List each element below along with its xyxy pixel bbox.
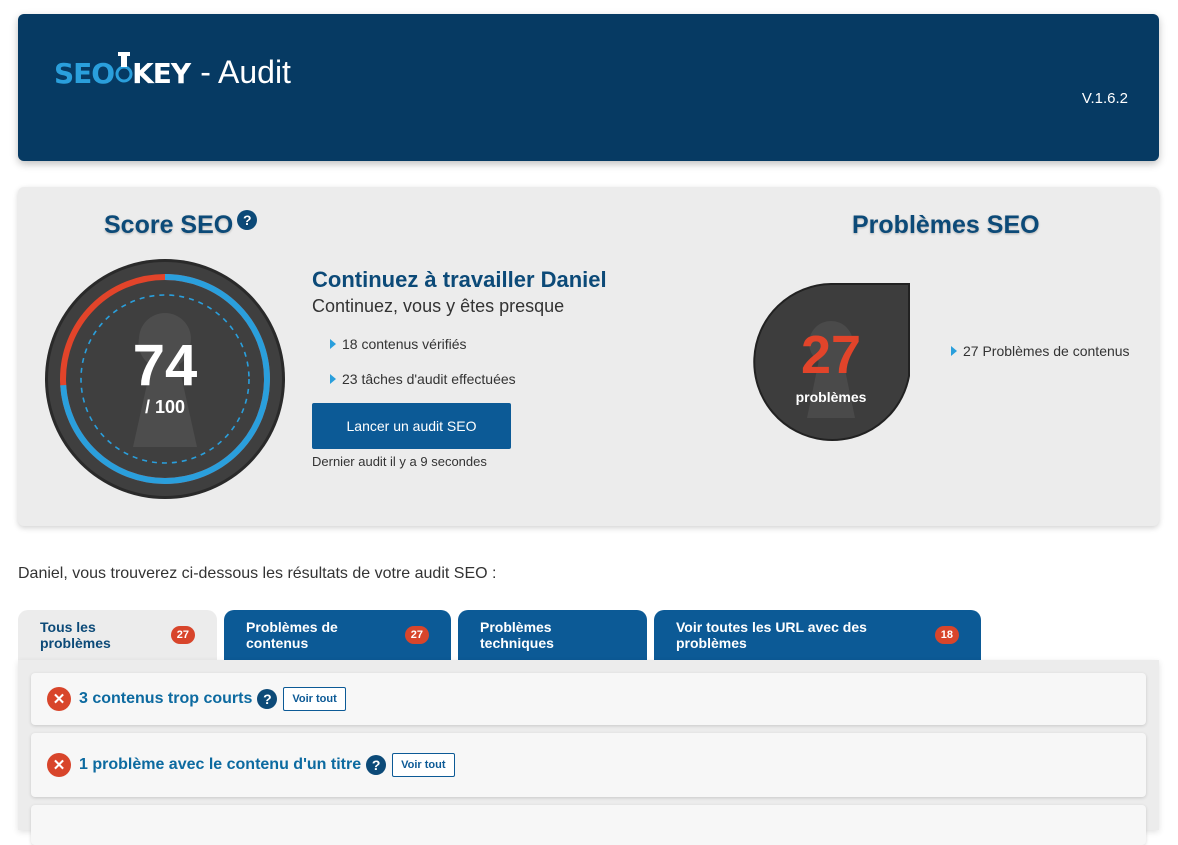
triangle-bullet-icon	[330, 374, 336, 384]
tab-content-problems[interactable]: Problèmes de contenus 27	[224, 610, 451, 660]
last-audit-time: Dernier audit il y a 9 secondes	[312, 454, 487, 469]
page-title: - Audit	[200, 54, 291, 90]
count-badge: 27	[170, 626, 195, 644]
help-icon[interactable]: ?	[366, 755, 387, 775]
score-panel: Score SEO ? 74 / 100 Continuez à travail…	[18, 187, 1159, 526]
problems-content-stat: 27 Problèmes de contenus	[951, 343, 1130, 359]
tab-technical-problems[interactable]: Problèmes techniques	[458, 610, 647, 660]
issue-row: ✕ 3 contenus trop courts ? Voir tout	[31, 673, 1146, 725]
tab-all-urls[interactable]: Voir toutes les URL avec des problèmes 1…	[654, 610, 981, 660]
score-max: / 100	[144, 397, 186, 417]
problem-tabs: Tous les problèmes 27 Problèmes de conte…	[18, 610, 988, 660]
issue-row	[31, 805, 1146, 845]
seokey-logo: SEO KEY - Audit	[54, 51, 291, 91]
count-badge: 18	[934, 626, 959, 644]
help-icon[interactable]: ?	[257, 689, 278, 709]
issue-label[interactable]: 3 contenus trop courts	[79, 690, 252, 708]
score-title: Score SEO ?	[104, 209, 258, 240]
score-value: 74	[132, 333, 198, 398]
issue-row: ✕ 1 problème avec le contenu d'un titre …	[31, 733, 1146, 797]
header-banner: SEO KEY - Audit V.1.6.2	[18, 14, 1159, 161]
problems-title: Problèmes SEO	[852, 211, 1040, 239]
key-icon	[115, 51, 133, 88]
issue-label[interactable]: 1 problème avec le contenu d'un titre	[79, 756, 361, 774]
stat-audit-tasks: 23 tâches d'audit effectuées	[330, 371, 516, 387]
tab-all-problems[interactable]: Tous les problèmes 27	[18, 610, 217, 660]
version-label: V.1.6.2	[1081, 90, 1128, 107]
view-all-button[interactable]: Voir tout	[283, 687, 346, 711]
triangle-bullet-icon	[330, 339, 336, 349]
view-all-button[interactable]: Voir tout	[392, 753, 455, 777]
count-badge: 27	[404, 626, 429, 644]
encouragement-title: Continuez à travailler Daniel	[312, 267, 607, 292]
error-x-icon: ✕	[47, 687, 71, 711]
results-intro: Daniel, vous trouverez ci-dessous les ré…	[18, 565, 497, 582]
help-icon[interactable]: ?	[237, 209, 258, 230]
triangle-bullet-icon	[951, 346, 957, 356]
run-audit-button[interactable]: Lancer un audit SEO	[312, 403, 511, 449]
issues-list: ✕ 3 contenus trop courts ? Voir tout ✕ 1…	[18, 660, 1159, 845]
problems-count: 27	[800, 325, 862, 385]
score-gauge: 74 / 100	[43, 257, 287, 501]
logo-wordmark: SEO KEY	[54, 51, 191, 88]
stat-contents-checked: 18 contenus vérifiés	[330, 336, 467, 352]
error-x-icon: ✕	[47, 753, 71, 777]
encouragement-subtitle: Continuez, vous y êtes presque	[312, 296, 565, 316]
problems-count-label: problèmes	[795, 389, 867, 405]
